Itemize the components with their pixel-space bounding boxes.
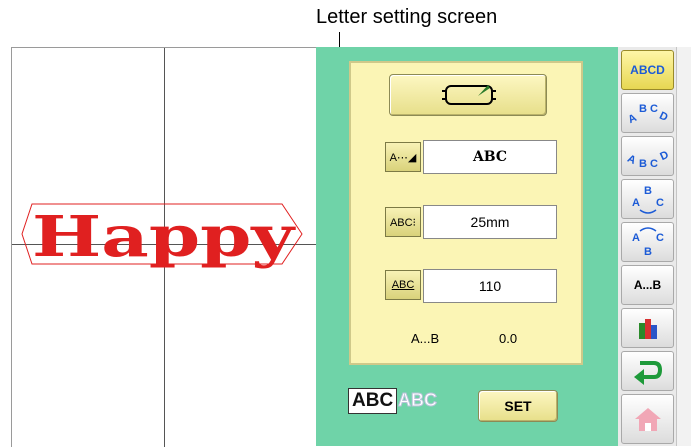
- tool-sidebar: ABCD A B C D A B C D B A C A C B A...B: [618, 47, 691, 446]
- circle-bottom-button[interactable]: A C B: [621, 222, 674, 262]
- sidebar-edge: [676, 47, 691, 446]
- design-canvas[interactable]: Happy: [11, 47, 316, 447]
- font-icon-button[interactable]: A⋯◢: [385, 142, 421, 172]
- width-field[interactable]: 110: [423, 269, 557, 303]
- width-value: 110: [478, 278, 502, 294]
- font-icon: A⋯◢: [389, 151, 417, 164]
- straight-text-icon: ABCD: [630, 63, 665, 77]
- font-value: ABC: [472, 149, 508, 165]
- hoop-frame-icon: [442, 85, 496, 105]
- design-text: Happy: [32, 204, 296, 270]
- width-icon-button[interactable]: ABC: [385, 270, 421, 300]
- svg-text:C: C: [650, 158, 658, 170]
- home-icon: [634, 408, 661, 431]
- height-icon-button[interactable]: ABC⁝: [385, 207, 421, 237]
- letter-settings-panel: A⋯◢ ABC ABC⁝ 25mm ABC 110 A...B 0.0 ABC …: [316, 47, 618, 446]
- screen-caption: Letter setting screen: [316, 6, 498, 28]
- svg-text:B: B: [639, 103, 647, 115]
- svg-text:A: A: [626, 112, 638, 126]
- height-field[interactable]: 25mm: [423, 205, 557, 239]
- height-icon: ABC⁝: [389, 216, 417, 229]
- arc-up-text-icon: A B C D: [626, 103, 669, 126]
- settings-box: A⋯◢ ABC ABC⁝ 25mm ABC 110 A...B 0.0: [349, 61, 583, 365]
- arc-bottom-button[interactable]: A B C D: [621, 136, 674, 176]
- mode-inactive-label: ABC: [398, 390, 438, 411]
- spacing-icon: A...B: [633, 278, 662, 292]
- svg-text:D: D: [657, 110, 669, 124]
- circle-text-top-icon: B A C: [632, 185, 664, 214]
- svg-text:B: B: [639, 158, 647, 170]
- letter-spacing-label: A...B: [411, 331, 440, 346]
- svg-text:A: A: [632, 232, 640, 244]
- set-button[interactable]: SET: [478, 390, 558, 422]
- thread-color-icon: [638, 319, 657, 339]
- frame-select-button[interactable]: [389, 74, 547, 116]
- svg-text:C: C: [650, 103, 658, 115]
- svg-text:A: A: [632, 197, 640, 209]
- spacing-button[interactable]: A...B: [621, 265, 674, 305]
- arc-down-text-icon: A B C D: [626, 149, 670, 170]
- svg-text:D: D: [658, 149, 670, 163]
- mode-active-label: ABC: [348, 388, 398, 414]
- svg-text:C: C: [656, 232, 664, 244]
- circle-top-button[interactable]: B A C: [621, 179, 674, 219]
- color-change-button[interactable]: [621, 308, 674, 348]
- height-value: 25mm: [470, 214, 510, 230]
- svg-text:A: A: [626, 153, 638, 167]
- font-field[interactable]: ABC: [423, 140, 557, 174]
- svg-text:B: B: [644, 246, 652, 258]
- svg-text:C: C: [656, 197, 664, 209]
- return-arrow-icon: [633, 361, 662, 385]
- letter-spacing-value: 0.0: [499, 331, 518, 346]
- width-icon: ABC: [391, 279, 415, 291]
- home-button[interactable]: [621, 394, 674, 444]
- embroidery-design-preview: Happy: [21, 203, 303, 270]
- arc-top-button[interactable]: A B C D: [621, 93, 674, 133]
- svg-text:B: B: [644, 185, 652, 197]
- back-button[interactable]: [621, 351, 674, 391]
- straight-text-button[interactable]: ABCD: [621, 50, 674, 90]
- stitch-mode-toggle[interactable]: ABC ABC: [346, 384, 440, 416]
- letter-setting-screen: Happy A⋯◢ ABC ABC⁝ 25mm ABC 110 A...B 0.…: [0, 47, 691, 447]
- circle-text-bottom-icon: A C B: [632, 227, 664, 258]
